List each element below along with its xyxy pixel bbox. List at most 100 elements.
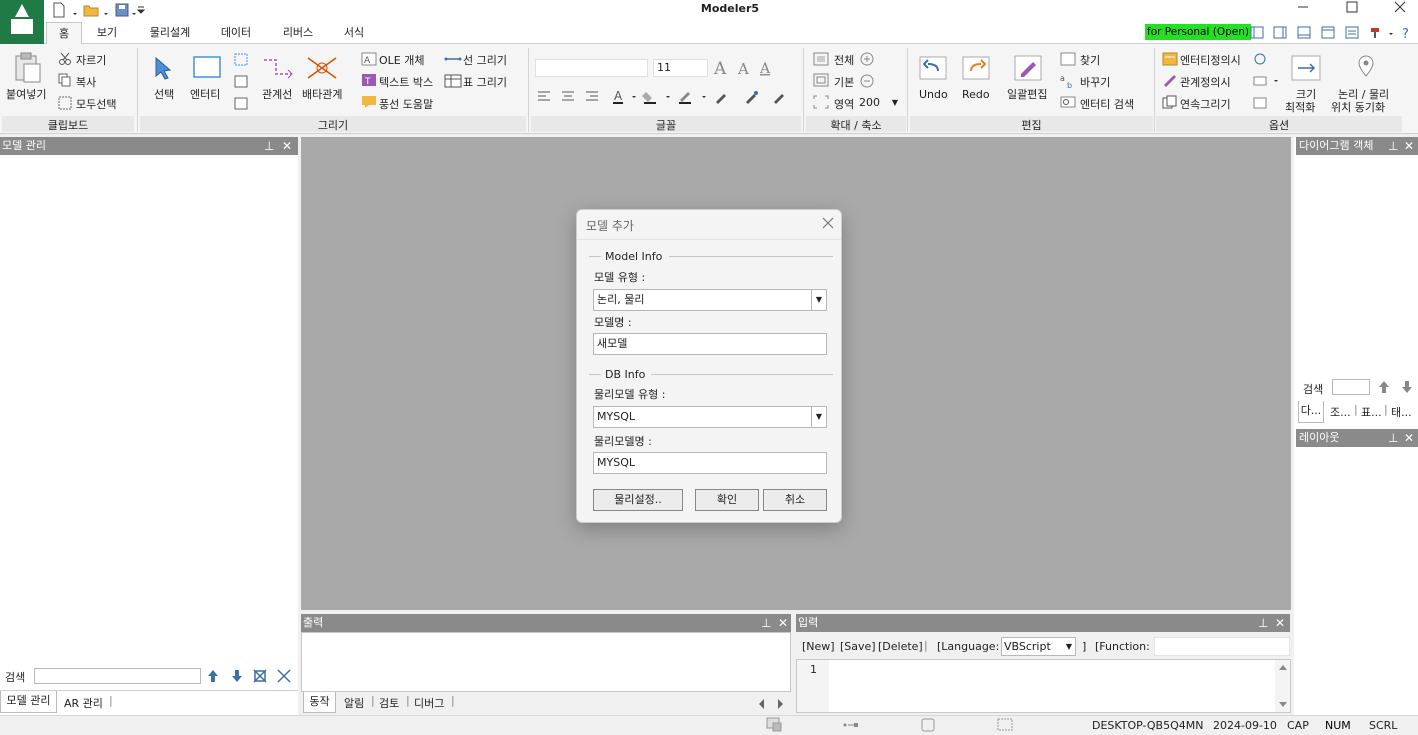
dialog-close-icon[interactable] (821, 216, 835, 230)
pin-icon[interactable]: ⊥ (761, 614, 771, 632)
paste-icon[interactable] (10, 50, 44, 84)
relation-line-icon[interactable] (262, 54, 294, 82)
cut-button[interactable]: 자르기 (76, 52, 106, 68)
ole-object-button[interactable]: OLE 개체 (379, 52, 424, 68)
cancel-button[interactable]: 취소 (763, 489, 827, 511)
batch-edit-button[interactable]: 일괄편집 (1007, 86, 1047, 102)
entity-icon[interactable] (192, 55, 222, 81)
select-all-button[interactable]: 모두선택 (76, 96, 116, 112)
relation-line-button[interactable]: 관계선 (262, 86, 292, 102)
editor-scrollbar[interactable] (1275, 660, 1290, 712)
textbox-button[interactable]: 텍스트 박스 (379, 74, 433, 90)
font-family-select[interactable] (535, 59, 648, 77)
copy-button[interactable]: 복사 (76, 74, 96, 90)
paste-button[interactable]: 붙여넣기 (6, 86, 46, 102)
find-button[interactable]: 찾기 (1080, 52, 1100, 68)
right-panel-header: 다이어그램 객체 ⊥ ✕ (1296, 137, 1418, 155)
replace-icon: ab (1060, 73, 1076, 89)
undo-icon[interactable] (918, 55, 948, 81)
script-save-button[interactable]: [Save] (840, 640, 876, 653)
tab-view[interactable]: 보기 (90, 22, 124, 44)
tab-physical-design[interactable]: 물리설계 (142, 22, 198, 44)
tab-home[interactable]: 홈 (46, 22, 82, 44)
script-delete-button[interactable]: [Delete] (878, 640, 923, 653)
tab-notification[interactable]: 알림 (344, 695, 364, 711)
tab-table[interactable]: 표... (1361, 404, 1382, 420)
undo-button[interactable]: Undo (919, 88, 948, 101)
font-size-select[interactable]: 11 (653, 59, 708, 77)
tab-ar-management[interactable]: AR 관리 (64, 695, 103, 711)
group-divider (907, 48, 908, 132)
tab-debug[interactable]: 디버그 (414, 695, 444, 711)
location-sync-icon[interactable] (1352, 54, 1380, 82)
entity-search-button[interactable]: 엔터티 검색 (1080, 96, 1134, 112)
pin-icon[interactable]: ⊥ (1258, 614, 1268, 632)
tab-diagram[interactable]: 다... (1298, 401, 1324, 423)
entity-button[interactable]: 엔터티 (190, 86, 220, 102)
zoom-in-icon[interactable] (860, 52, 874, 66)
continuous-draw-option[interactable]: 연속그리기 (1180, 96, 1231, 112)
pin-icon[interactable]: ⊥ (1388, 429, 1398, 447)
table-draw-button[interactable]: 표 그리기 (463, 74, 507, 90)
pin-icon[interactable]: ⊥ (1388, 137, 1398, 155)
line-number: 1 (810, 663, 817, 676)
tab-data[interactable]: 데이터 (214, 22, 258, 44)
maximize-fit-label-2[interactable]: 최적화 (1285, 99, 1315, 115)
redo-icon[interactable] (961, 55, 991, 81)
exclusive-relation-button[interactable]: 배타관계 (302, 86, 342, 102)
replace-button[interactable]: 바꾸기 (1080, 74, 1110, 90)
zoom-value-select[interactable]: 200 ▼ (856, 93, 902, 112)
app-logo-icon[interactable] (0, 0, 44, 44)
physical-model-type-select[interactable]: MYSQL ▼ (593, 406, 827, 428)
zoom-out-icon[interactable] (860, 74, 874, 88)
entity-def-option[interactable]: 엔터티정의시 (1180, 52, 1241, 68)
tab-model-management[interactable]: 모델 관리 (0, 691, 57, 713)
group-divider (803, 48, 804, 132)
location-sync-label-2[interactable]: 위치 동기화 (1331, 99, 1385, 115)
zoom-full-button[interactable]: 전체 (834, 52, 854, 68)
ok-button[interactable]: 확인 (695, 489, 759, 511)
model-type-select[interactable]: 논리, 물리 ▼ (593, 289, 827, 311)
align-buttons: A (536, 88, 796, 106)
relation-def-icon (1162, 73, 1178, 87)
redo-button[interactable]: Redo (962, 88, 990, 101)
zoom-default-button[interactable]: 기본 (834, 74, 854, 90)
select-cursor-icon[interactable] (150, 54, 178, 82)
relation-def-option[interactable]: 관계정의시 (1180, 74, 1231, 90)
close-icon[interactable]: ✕ (1404, 429, 1414, 447)
license-badge[interactable]: for Personal (Open) (1145, 24, 1251, 40)
arrow-up-icon (208, 670, 218, 682)
legend-line (589, 374, 601, 375)
close-icon[interactable]: ✕ (1404, 137, 1414, 155)
tab-action[interactable]: 동작 (303, 692, 336, 713)
maximize-fit-icon[interactable] (1290, 54, 1322, 82)
batch-edit-icon[interactable] (1013, 54, 1043, 82)
script-new-button[interactable]: [New] (802, 640, 835, 653)
function-select[interactable] (1154, 637, 1290, 656)
language-select[interactable]: VBScript ▼ (1001, 637, 1076, 656)
line-draw-button[interactable]: 선 그리기 (463, 52, 507, 68)
close-icon[interactable]: ✕ (778, 614, 788, 632)
zoom-selection-icon (997, 718, 1013, 731)
physical-settings-button[interactable]: 물리설정.. (593, 489, 683, 511)
tab-tag[interactable]: 태... (1391, 404, 1412, 420)
exclusive-relation-icon[interactable] (306, 54, 338, 82)
table-draw-icon (444, 74, 462, 88)
left-search-input[interactable] (34, 668, 201, 684)
model-name-input[interactable]: 새모델 (593, 333, 827, 355)
close-icon[interactable]: ✕ (1275, 614, 1285, 632)
select-button[interactable]: 선택 (154, 86, 174, 102)
tab-lookup[interactable]: 조... (1330, 404, 1351, 420)
right-search-input[interactable] (1332, 379, 1370, 395)
tab-review[interactable]: 검토 (379, 695, 399, 711)
layout-panel-header: 레이아웃 ⊥ ✕ (1296, 429, 1418, 447)
balloon-help-button[interactable]: 풍선 도움말 (379, 96, 433, 112)
pin-icon[interactable]: ⊥ (264, 137, 274, 155)
close-icon[interactable]: ✕ (282, 137, 292, 155)
tab-format[interactable]: 서식 (338, 22, 370, 44)
zoom-area-button[interactable]: 영역 (834, 96, 854, 112)
physical-model-name-input[interactable]: MYSQL (593, 452, 827, 474)
script-editor[interactable]: 1 (796, 659, 1291, 713)
tab-reverse[interactable]: 리버스 (276, 22, 320, 44)
tab-scroll-arrows[interactable] (758, 699, 788, 709)
